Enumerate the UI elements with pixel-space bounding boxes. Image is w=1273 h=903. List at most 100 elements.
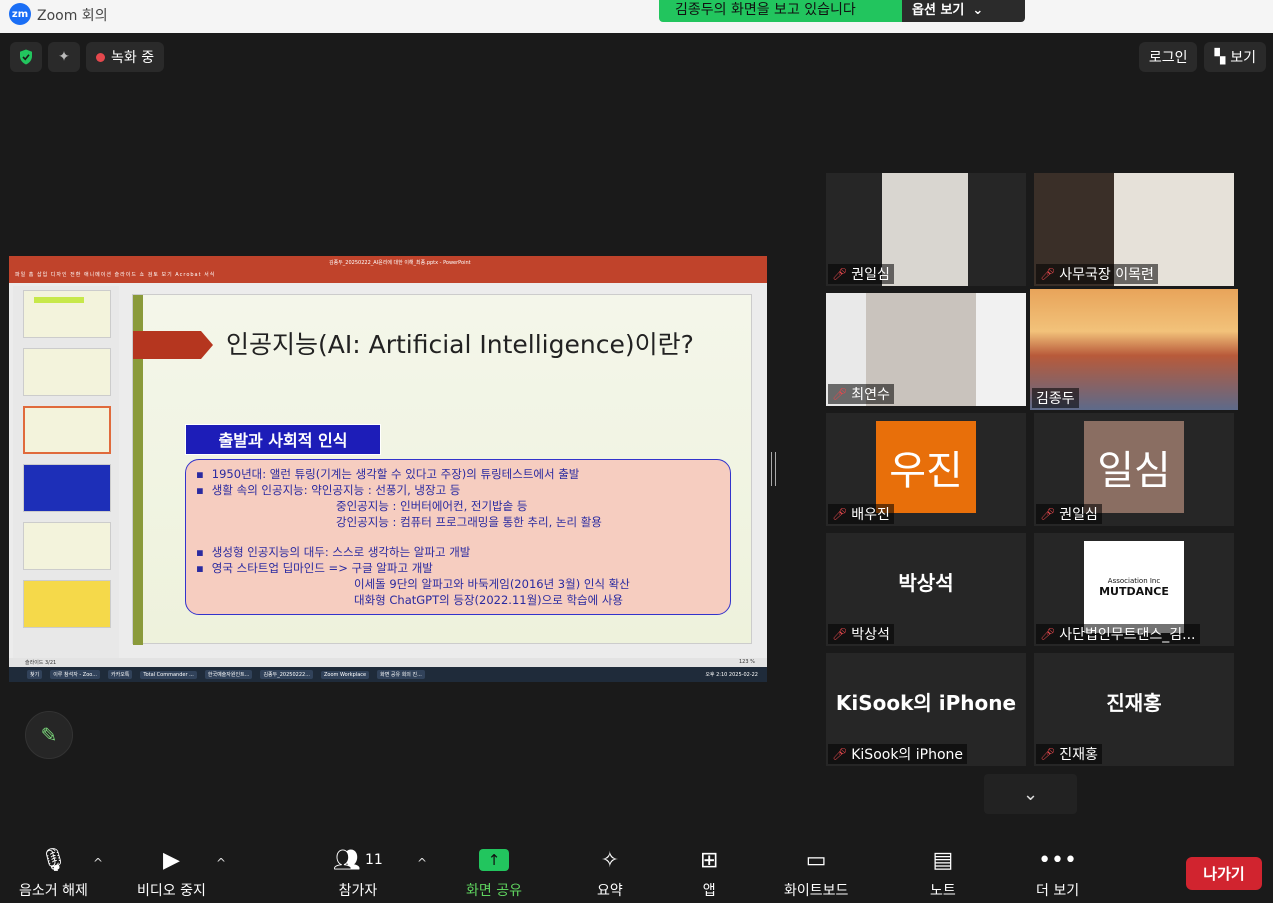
unmute-label: 음소거 해제 [19,883,88,899]
participant-name: 권일심 [851,267,890,283]
slide-line: 대화형 ChatGPT의 등장(2022.11월)으로 학습에 사용 [354,593,624,607]
panel-resize-handle[interactable] [771,452,776,486]
share-screen-button[interactable]: ↑ 화면 공유 [466,846,522,900]
slide-line: 1950년대: 앨런 튜링(기계는 생각할 수 있다고 주장)의 튜링테스트에서… [196,466,720,482]
summary-icon: ✧ [600,847,620,873]
annotate-button[interactable]: ✎ [25,711,73,759]
slide-content-box: 1950년대: 앨런 튜링(기계는 생각할 수 있다고 주장)의 튜링테스트에서… [185,459,731,615]
share-banner: 김종두의 화면을 보고 있습니다 옵션 보기 ⌄ [659,0,1025,22]
slide-arrow-decoration [133,331,213,359]
unmute-button[interactable]: 🎙︎ 음소거 해제 [19,846,88,900]
current-slide: 인공지능(AI: Artificial Intelligence)이란? 출발과… [132,294,752,645]
slide-thumbnail [23,348,111,396]
participant-name: 사무국장 이목련 [1059,267,1154,283]
summary-label: 요약 [597,883,623,899]
participant-name: 최연수 [851,387,890,403]
participant-avatar: 우진 [876,421,976,513]
mic-muted-icon: 🎤︎ [832,267,848,281]
stop-video-button[interactable]: ▶︎ 비디오 중지 [137,846,206,900]
participants-options-caret-icon[interactable]: ^ [417,856,427,870]
participant-name: 진재홍 [1059,747,1098,763]
participant-tile[interactable]: 박상석 🎤︎ 박상석 [826,533,1026,646]
slide-thumbnail [23,580,111,628]
participant-name: 권일심 [1059,507,1098,523]
audio-options-caret-icon[interactable]: ^ [93,856,103,870]
participant-tile-active-speaker[interactable]: 김종두 [1030,289,1238,410]
participant-name-tag: 🎤︎ 사단법인무트댄스_김... [1036,624,1200,644]
mic-muted-icon: 🎤︎ [832,747,848,761]
participant-name-tag: 🎤︎ 사무국장 이목련 [1036,264,1158,284]
slide-line: 영국 스타트업 딥마인드 => 구글 알파고 개발 [196,560,720,576]
powerpoint-statusbar: 슬라이드 3/21 123 % [9,658,767,667]
mic-muted-icon: 🎤︎ [1040,507,1056,521]
video-camera-icon: ▶︎ [162,847,180,873]
view-options-button[interactable]: 옵션 보기 ⌄ [902,0,1025,22]
share-banner-message: 김종두의 화면을 보고 있습니다 [659,0,902,22]
recording-indicator[interactable]: 녹화 중 [86,42,165,72]
participants-button[interactable]: 👥︎ 11 참가자 [333,846,383,900]
leave-meeting-button[interactable]: 나가기 [1186,857,1262,890]
participant-tile[interactable]: 우진 🎤︎ 배우진 [826,413,1026,526]
gallery-scroll-down-button[interactable]: ⌄ [984,774,1077,814]
slide-line: 중인공지능 : 인버터에어컨, 전기밥솥 등 [336,499,528,513]
notes-button[interactable]: ▤ 노트 [930,846,956,900]
participant-tile[interactable]: 일심 🎤︎ 권일심 [1034,413,1234,526]
ai-companion-button[interactable]: ✦ [48,42,80,72]
shared-screen[interactable]: 김종두_20250222_AI윤리에 대한 이해_최종.pptx - Power… [9,256,767,682]
more-label: 더 보기 [1036,883,1080,899]
share-screen-label: 화면 공유 [466,883,522,899]
slide-title: 인공지능(AI: Artificial Intelligence)이란? [226,330,694,359]
slide-spacer [196,530,720,544]
participant-name-tag: 🎤︎ 권일심 [828,264,894,284]
participant-avatar: 일심 [1084,421,1184,513]
view-button[interactable]: ▚ 보기 [1204,42,1266,72]
zoom-level: 123 % [739,659,755,665]
more-button[interactable]: ••• 더 보기 [1036,846,1079,900]
view-label: 보기 [1230,50,1256,66]
zoom-logo-icon: zm [9,3,31,25]
summary-button[interactable]: ✧ 요약 [597,846,623,900]
participant-name-tag: 🎤︎ 배우진 [828,504,894,524]
recording-dot-icon [96,52,105,62]
sparkle-icon: ✦ [58,49,70,65]
mic-muted-icon: 🎤︎ [1040,267,1056,281]
mic-muted-icon: 🎤︎ [832,507,848,521]
whiteboard-label: 화이트보드 [784,883,849,899]
login-button[interactable]: 로그인 [1138,42,1198,72]
security-shield-button[interactable] [10,42,42,72]
participants-icon: 👥︎ 11 [333,847,383,873]
mic-muted-icon: 🎤︎ [1040,747,1056,761]
whiteboard-button[interactable]: ▭ 화이트보드 [784,846,848,900]
participant-tile[interactable]: KiSook의 iPhone 🎤︎ KiSook의 iPhone [826,653,1026,766]
participant-tile[interactable]: 🎤︎ 사무국장 이목련 [1034,173,1234,286]
taskbar-item: Total Commander ... [140,670,197,679]
mic-muted-icon: 🎤︎ [832,387,848,401]
apps-button[interactable]: ⊞ 앱 [700,846,718,900]
participant-tile[interactable]: 🎤︎ 최연수 [826,293,1026,406]
slide-thumbnail [23,522,111,570]
video-options-caret-icon[interactable]: ^ [216,856,226,870]
window-title: Zoom 회의 [37,8,108,24]
slide-thumbnail-selected [23,406,111,454]
mic-off-icon: 🎙︎ [39,847,68,873]
participant-name-tag: 🎤︎ 진재홍 [1036,744,1102,764]
participant-tile[interactable]: 🎤︎ 권일심 [826,173,1026,286]
apps-label: 앱 [702,883,716,899]
slide-section-title: 출발과 사회적 인식 [185,424,381,455]
slide-line: 이세돌 9단의 알파고와 바둑게임(2016년 3월) 인식 확산 [354,577,630,591]
mic-muted-icon: 🎤︎ [1040,627,1056,641]
taskbar-item: 한국예술자원인트... [204,670,253,679]
participant-name-tag: 김종두 [1032,388,1079,408]
slide-thumbnails [13,286,119,658]
participant-tile[interactable]: Association Inc MUTDANCE 🎤︎ 사단법인무트댄스_김... [1034,533,1234,646]
participant-name: KiSook의 iPhone [851,747,964,763]
apps-icon: ⊞ [700,847,719,873]
participant-logo: Association Inc MUTDANCE [1084,541,1184,633]
participants-label: 참가자 [338,883,378,899]
windows-taskbar: 찾기 이루 참석자 - Zoo... 카카오톡 Total Commander … [9,667,767,682]
share-screen-icon: ↑ [478,846,509,874]
chevron-down-icon: ⌄ [972,3,984,18]
participant-tile[interactable]: 진재홍 🎤︎ 진재홍 [1034,653,1234,766]
slide-counter: 슬라이드 3/21 [25,660,57,666]
taskbar-item: 김종두_20250222... [260,670,313,679]
